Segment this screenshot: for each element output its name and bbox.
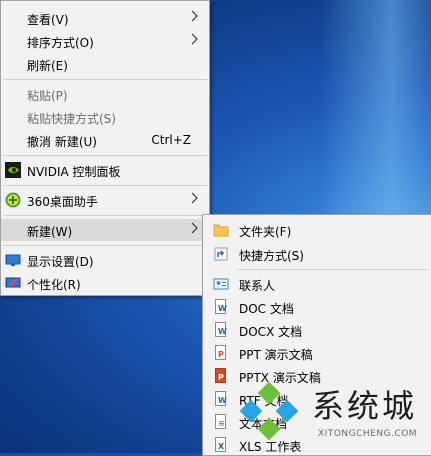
menu-separator [3, 79, 207, 80]
menu-separator [3, 215, 207, 216]
watermark-text: 系统城 [312, 387, 418, 425]
chevron-right-icon [191, 192, 198, 204]
menu-item-paste[interactable]: 粘贴(P) [1, 83, 209, 105]
360-icon [5, 192, 21, 208]
text-doc-icon: ≡ [215, 414, 226, 429]
menu-item-personalize[interactable]: 个性化(R) [1, 272, 209, 294]
personalize-icon [5, 277, 21, 288]
submenu-item-contact[interactable]: 联系人 [203, 273, 431, 295]
contact-icon [213, 278, 229, 290]
shortcut-label: Ctrl+Z [151, 133, 191, 147]
menu-item-refresh[interactable]: 刷新(E) [1, 53, 209, 75]
menu-item-display-settings[interactable]: 显示设置(D) [1, 249, 209, 271]
ppt-icon: P [215, 345, 226, 360]
xls-icon: X [215, 437, 226, 452]
nvidia-icon [5, 162, 21, 178]
rtf-icon: W [215, 391, 227, 406]
menu-item-360-desktop-assistant[interactable]: 360桌面助手 [1, 189, 209, 211]
menu-item-nvidia-control-panel[interactable]: NVIDIA 控制面板 [1, 159, 209, 181]
submenu-item-ppt[interactable]: P PPT 演示文稿 [203, 342, 431, 364]
desktop-context-menu: 查看(V) 排序方式(O) 刷新(E) 粘贴(P) 粘贴快捷方式(S) 撤消 新… [0, 0, 210, 296]
menu-item-paste-shortcut[interactable]: 粘贴快捷方式(S) [1, 106, 209, 128]
menu-item-undo-new[interactable]: 撤消 新建(U) Ctrl+Z [1, 129, 209, 151]
folder-icon [213, 224, 229, 237]
menu-separator [3, 155, 207, 156]
chevron-right-icon [191, 33, 198, 45]
display-icon [5, 254, 21, 266]
shortcut-icon [214, 247, 228, 261]
menu-separator [237, 269, 429, 270]
chevron-right-icon [191, 222, 198, 234]
menu-item-view[interactable]: 查看(V) [1, 7, 209, 29]
menu-separator [3, 185, 207, 186]
chevron-right-icon [191, 10, 198, 22]
menu-item-sort-by[interactable]: 排序方式(O) [1, 30, 209, 52]
menu-item-new[interactable]: 新建(W) [1, 219, 209, 241]
watermark-url: XITONGCHENG.COM [318, 429, 418, 439]
menu-separator [3, 245, 207, 246]
submenu-item-docx[interactable]: W DOCX 文档 [203, 319, 431, 341]
pptx-icon: P [215, 368, 226, 383]
word-docx-icon: W [215, 322, 227, 337]
word-doc-icon: W [215, 299, 227, 314]
submenu-item-doc[interactable]: W DOC 文档 [203, 296, 431, 318]
submenu-item-folder[interactable]: 文件夹(F) [203, 219, 431, 241]
submenu-item-shortcut[interactable]: 快捷方式(S) [203, 243, 431, 265]
xitongcheng-logo [240, 382, 299, 441]
